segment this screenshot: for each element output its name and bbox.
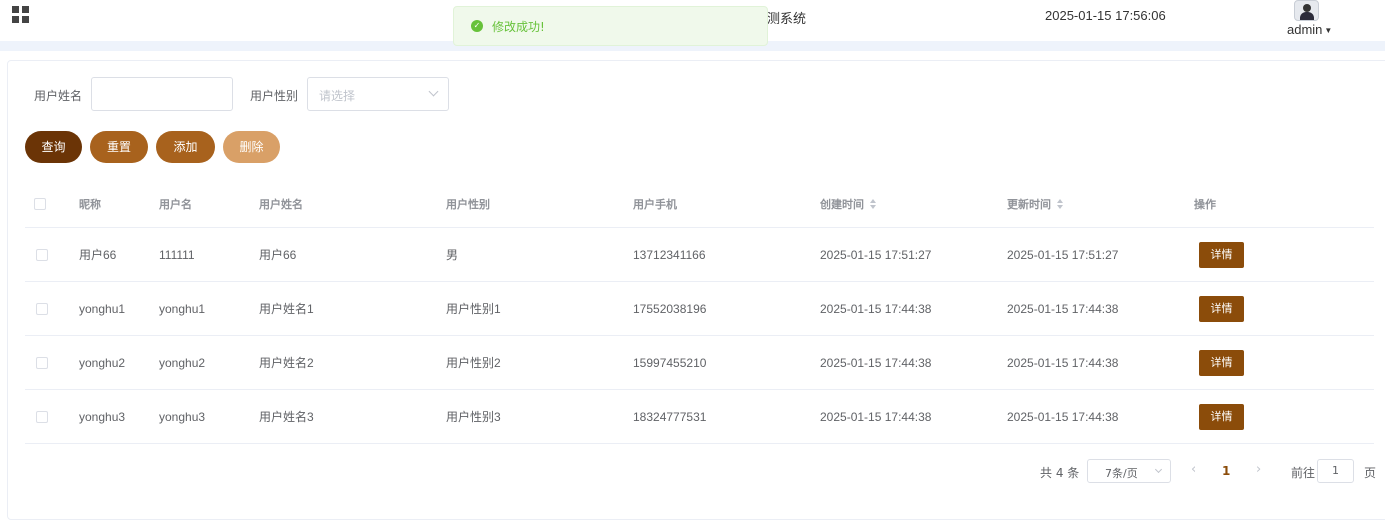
row-select-cell (36, 282, 48, 335)
page-suffix: 页 (1364, 466, 1377, 480)
sort-icon[interactable] (1057, 198, 1063, 209)
cell-updated: 2025-01-15 17:44:38 (1007, 409, 1119, 424)
cell-gender: 用户性别3 (446, 410, 501, 424)
system-title: 测系统 (767, 12, 807, 27)
avatar[interactable] (1294, 0, 1319, 21)
cell-nickname: yonghu3 (79, 409, 126, 424)
add-button[interactable]: 添加 (156, 131, 215, 163)
cell-username: yonghu1 (159, 301, 206, 316)
col-header-username: 用户名 (159, 197, 192, 211)
table-row: yonghu1 yonghu1 用户姓名1 用户性别1 17552038196 … (25, 282, 1374, 336)
gender-filter-select[interactable]: 请选择 (307, 77, 449, 111)
cell-username: yonghu2 (159, 355, 206, 370)
row-checkbox[interactable] (36, 302, 48, 315)
chevron-down-icon: ▼ (1324, 26, 1333, 35)
goto-page-input[interactable]: 1 (1317, 459, 1354, 483)
page-size-value: 7条/页 (1105, 467, 1138, 480)
table-row: 用户66 111111 用户66 男 13712341166 2025-01-1… (25, 228, 1374, 282)
row-select-cell (36, 336, 48, 389)
cell-created: 2025-01-15 17:51:27 (820, 247, 932, 262)
cell-realname: 用户姓名3 (259, 410, 314, 424)
user-menu[interactable]: admin ▼ (1287, 22, 1332, 37)
cell-realname: 用户姓名2 (259, 356, 314, 370)
cell-phone: 17552038196 (633, 301, 707, 316)
col-header-gender: 用户性别 (446, 197, 490, 211)
row-checkbox[interactable] (36, 248, 48, 261)
select-all-cell (34, 180, 46, 227)
col-header-realname: 用户姓名 (259, 197, 303, 211)
goto-label: 前往 (1291, 466, 1316, 480)
cell-nickname: yonghu2 (79, 355, 126, 370)
cell-gender: 用户性别1 (446, 302, 501, 316)
table-header-row: 昵称 用户名 用户姓名 用户性别 用户手机 创建时间 更新时间 操作 (25, 180, 1374, 228)
cell-updated: 2025-01-15 17:44:38 (1007, 355, 1119, 370)
chevron-down-icon (1154, 465, 1163, 474)
pagination-total: 共 4 条 (1040, 466, 1080, 480)
cell-realname: 用户姓名1 (259, 302, 314, 316)
detail-button[interactable]: 详情 (1199, 403, 1244, 430)
chevron-down-icon (428, 86, 439, 97)
col-header-action: 操作 (1194, 197, 1216, 211)
gender-filter-label: 用户性别 (250, 89, 299, 103)
detail-button[interactable]: 详情 (1199, 241, 1244, 268)
table-row: yonghu3 yonghu3 用户姓名3 用户性别3 18324777531 … (25, 390, 1374, 444)
row-select-cell (36, 228, 48, 281)
cell-updated: 2025-01-15 17:44:38 (1007, 301, 1119, 316)
next-page-button[interactable]: › (1256, 462, 1261, 477)
cell-username: 111111 (159, 247, 195, 262)
user-table: 昵称 用户名 用户姓名 用户性别 用户手机 创建时间 更新时间 操作 用户66 … (25, 180, 1374, 444)
col-header-created[interactable]: 创建时间 (820, 180, 876, 227)
page-size-select[interactable]: 7条/页 (1087, 459, 1171, 483)
col-header-updated[interactable]: 更新时间 (1007, 180, 1063, 227)
search-button[interactable]: 查询 (25, 131, 82, 163)
prev-page-button[interactable]: ‹ (1191, 462, 1196, 477)
select-all-checkbox[interactable] (34, 197, 46, 210)
cell-username: yonghu3 (159, 409, 206, 424)
cell-phone: 15997455210 (633, 355, 707, 370)
row-select-cell (36, 390, 48, 443)
reset-button[interactable]: 重置 (90, 131, 148, 163)
cell-created: 2025-01-15 17:44:38 (820, 409, 932, 424)
cell-nickname: yonghu1 (79, 301, 126, 316)
cell-nickname: 用户66 (79, 248, 117, 262)
action-cell: 详情 (1199, 390, 1244, 443)
table-row: yonghu2 yonghu2 用户姓名2 用户性别2 15997455210 … (25, 336, 1374, 390)
user-name: admin (1287, 22, 1323, 37)
action-cell: 详情 (1199, 228, 1244, 281)
col-header-phone: 用户手机 (633, 197, 677, 211)
detail-button[interactable]: 详情 (1199, 295, 1244, 322)
name-filter-input[interactable] (91, 77, 233, 111)
menu-grid-icon[interactable] (12, 6, 29, 23)
delete-button[interactable]: 删除 (223, 131, 280, 163)
row-checkbox[interactable] (36, 356, 48, 369)
cell-gender: 用户性别2 (446, 356, 501, 370)
updated-label: 更新时间 (1007, 197, 1051, 211)
cell-gender: 男 (446, 248, 459, 262)
name-filter-label: 用户姓名 (34, 89, 83, 103)
success-toast: ✓ 修改成功! (453, 6, 768, 46)
created-label: 创建时间 (820, 197, 864, 211)
cell-created: 2025-01-15 17:44:38 (820, 355, 932, 370)
row-checkbox[interactable] (36, 410, 48, 423)
col-header-nickname: 昵称 (79, 197, 101, 211)
gender-select-placeholder: 请选择 (319, 89, 356, 103)
current-datetime: 2025-01-15 17:56:06 (1045, 8, 1166, 23)
cell-phone: 13712341166 (633, 247, 706, 262)
toast-message: 修改成功! (492, 20, 545, 34)
action-cell: 详情 (1199, 282, 1244, 335)
cell-updated: 2025-01-15 17:51:27 (1007, 247, 1119, 262)
cell-created: 2025-01-15 17:44:38 (820, 301, 932, 316)
action-cell: 详情 (1199, 336, 1244, 389)
cell-realname: 用户66 (259, 248, 297, 262)
cell-phone: 18324777531 (633, 409, 707, 424)
main-card: 用户姓名 用户性别 请选择 查询 重置 添加 删除 昵称 用户名 用户姓名 用户… (7, 60, 1385, 520)
page-number-current[interactable]: 1 (1222, 464, 1230, 478)
detail-button[interactable]: 详情 (1199, 349, 1244, 376)
sort-icon[interactable] (870, 198, 876, 209)
check-circle-icon: ✓ (471, 20, 483, 32)
